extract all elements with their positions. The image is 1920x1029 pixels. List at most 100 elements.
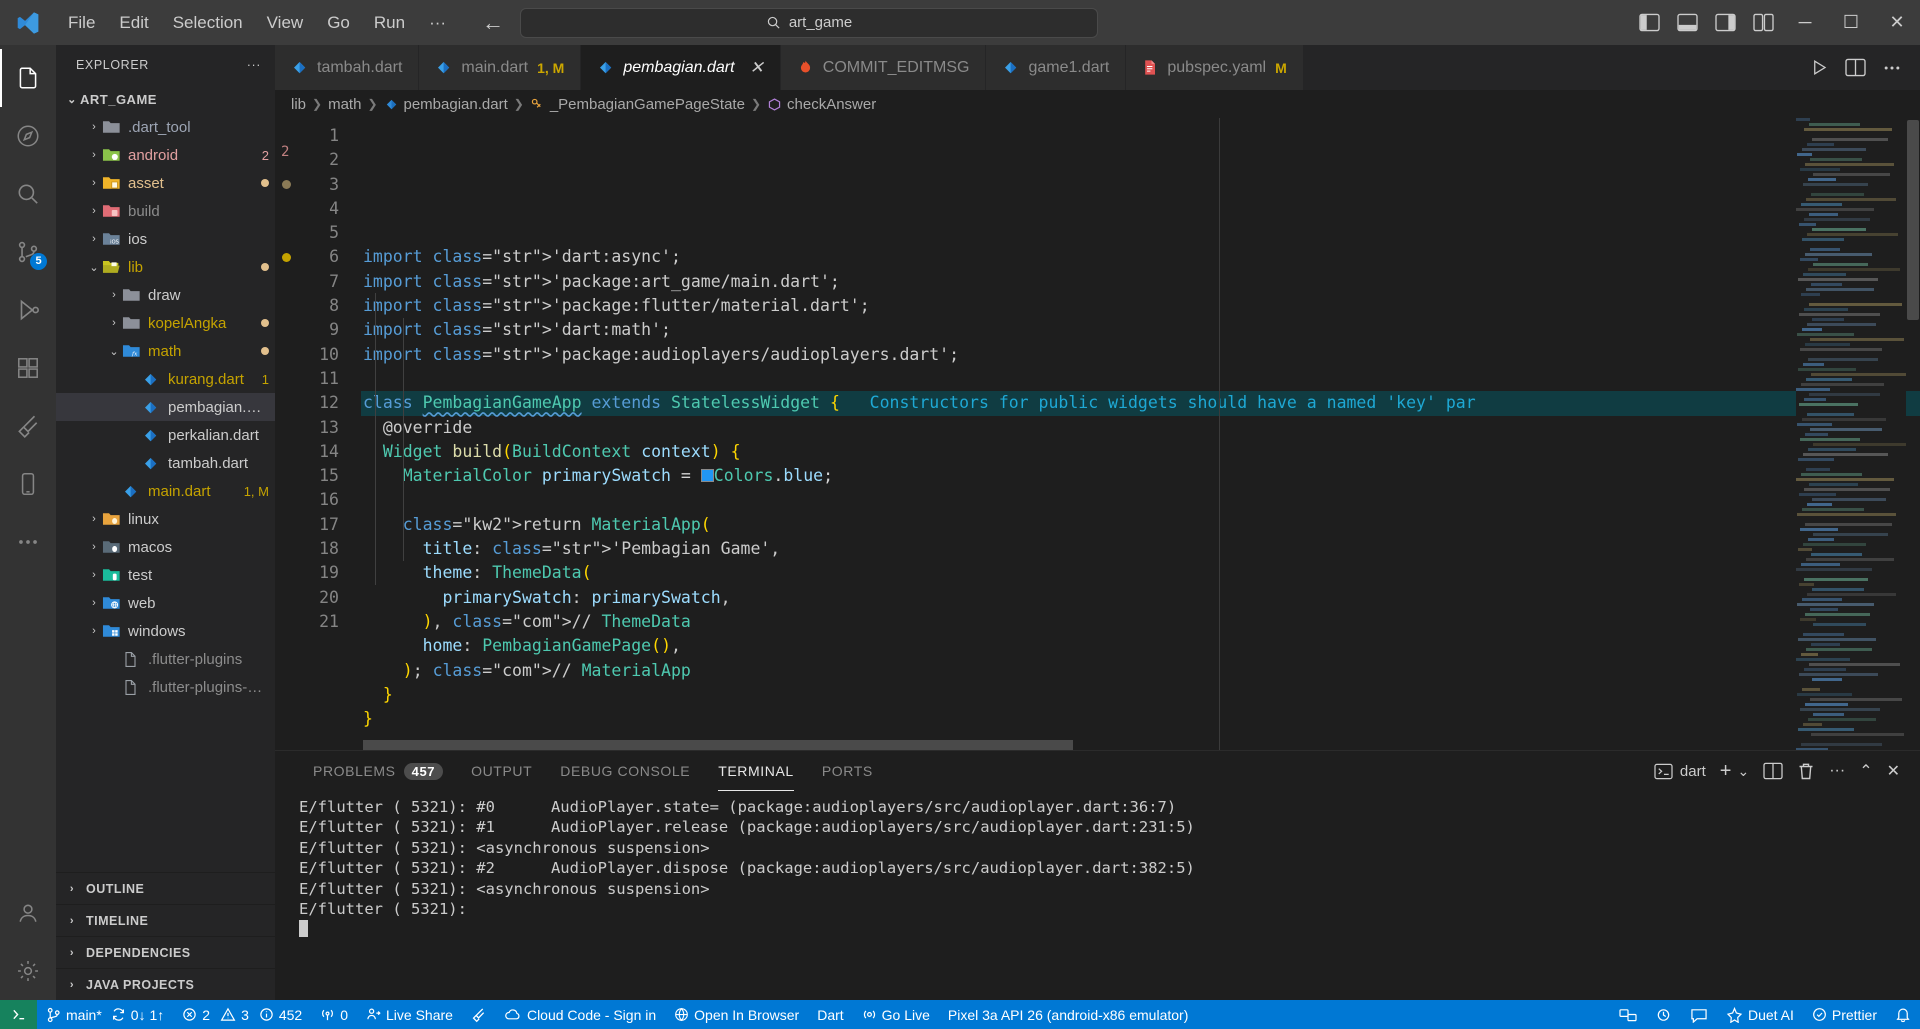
terminal-shell-selector[interactable]: dart [1654,763,1706,780]
breadcrumb-item-method[interactable]: checkAnswer [767,96,876,113]
tree-item--flutter-plugins-de-[interactable]: ›.flutter-plugins-de... [56,673,275,701]
menu-selection[interactable]: Selection [161,9,255,37]
layout-grid-icon[interactable] [1744,0,1782,45]
sidebar-section-java-projects[interactable]: › JAVA PROJECTS [56,968,275,1000]
split-terminal-icon[interactable] [1763,762,1783,780]
close-button[interactable]: ✕ [1874,0,1920,45]
new-terminal-button[interactable]: + [1720,760,1732,783]
editor-tab-main-dart[interactable]: main.dart 1, M [419,45,582,90]
tree-item-draw[interactable]: › draw [56,281,275,309]
tree-root-art-game[interactable]: ⌄ ART_GAME [56,85,275,113]
activity-manage-gear[interactable] [0,942,56,1000]
menu-more[interactable]: ··· [417,9,458,37]
sidebar-section-dependencies[interactable]: › DEPENDENCIES [56,936,275,968]
more-actions-icon[interactable] [1882,58,1902,78]
editor-vertical-scrollbar[interactable] [1906,118,1920,750]
tree-item-asset[interactable]: › asset [56,169,275,197]
menu-edit[interactable]: Edit [107,9,160,37]
split-editor-icon[interactable] [1845,58,1866,77]
status-feedback-icon[interactable] [1681,1000,1717,1029]
status-prettier[interactable]: Prettier [1803,1000,1886,1029]
tree-item--dart_tool[interactable]: › .dart_tool [56,113,275,141]
status-branch[interactable]: main* 0↓ 1↑ [37,1000,173,1029]
activity-flutter[interactable] [0,397,56,455]
code-content[interactable]: import class="str">'dart:async'; import c… [361,118,1920,750]
status-device[interactable]: Pixel 3a API 26 (android-x86 emulator) [939,1000,1197,1029]
panel-tab-debug-console[interactable]: DEBUG CONSOLE [546,751,704,791]
tree-item-windows[interactable]: › windows [56,617,275,645]
tree-item-perkalian-dart[interactable]: ›perkalian.dart [56,421,275,449]
status-open-in-browser[interactable]: Open In Browser [665,1000,808,1029]
panel-tab-problems[interactable]: PROBLEMS 457 [299,751,457,791]
menu-file[interactable]: File [56,9,107,37]
kill-terminal-icon[interactable] [1797,762,1815,781]
status-duet-ai[interactable]: Duet AI [1717,1000,1803,1029]
activity-explorer[interactable] [0,49,56,107]
status-go-live[interactable]: Go Live [853,1000,939,1029]
tree-item-pembagian-dart[interactable]: ›pembagian.dart [56,393,275,421]
activity-source-control[interactable]: 5 [0,223,56,281]
tree-item-tambah-dart[interactable]: ›tambah.dart [56,449,275,477]
terminal-output[interactable]: E/flutter ( 5321): #0 AudioPlayer.state=… [275,791,1920,1000]
panel-more-actions-icon[interactable]: ··· [1829,762,1845,780]
activity-compass[interactable] [0,107,56,165]
status-sync-icon[interactable] [1646,1000,1681,1029]
menu-go[interactable]: Go [315,9,362,37]
menu-view[interactable]: View [255,9,316,37]
editor-horizontal-scrollbar[interactable] [363,740,1792,750]
activity-search[interactable] [0,165,56,223]
tree-item-linux[interactable]: › linux [56,505,275,533]
maximize-panel-icon[interactable]: ⌃ [1859,761,1872,781]
sidebar-section-outline[interactable]: › OUTLINE [56,872,275,904]
minimize-button[interactable]: ─ [1782,0,1828,45]
tree-item-kopelangka[interactable]: › kopelAngka [56,309,275,337]
activity-accounts[interactable] [0,884,56,942]
status-flutter-icon[interactable] [462,1000,495,1029]
activity-run-debug[interactable] [0,281,56,339]
editor-tab-pubspec-yaml[interactable]: pubspec.yaml M [1126,45,1304,90]
editor-tab-tambah-dart[interactable]: tambah.dart [275,45,420,90]
editor-tab-commit_editmsg[interactable]: COMMIT_EDITMSG [780,45,987,90]
new-terminal-dropdown-icon[interactable]: ⌄ [1737,763,1749,780]
tree-item-build[interactable]: › build [56,197,275,225]
panel-tab-output[interactable]: OUTPUT [457,751,546,791]
tree-item-math[interactable]: ⌄ fx math [56,337,275,365]
status-remote-host[interactable] [0,1000,37,1029]
close-panel-icon[interactable]: ✕ [1887,761,1900,781]
back-arrow-icon[interactable]: ← [480,10,506,36]
panel-tab-terminal[interactable]: TERMINAL [704,751,808,791]
tree-item-main-dart[interactable]: ›main.dart1, M [56,477,275,505]
status-problems[interactable]: 2 3 452 [173,1000,311,1029]
status-cloud-code[interactable]: Cloud Code - Sign in [495,1000,665,1029]
breadcrumb-item-lib[interactable]: lib [291,96,306,113]
activity-extensions[interactable] [0,339,56,397]
status-dart[interactable]: Dart [808,1000,852,1029]
tree-item-web[interactable]: › web [56,589,275,617]
sidebar-section-timeline[interactable]: › TIMELINE [56,904,275,936]
run-icon[interactable] [1810,58,1829,77]
breadcrumb-item-class[interactable]: _PembagianGamePageState [530,96,745,113]
command-center[interactable]: art_game [520,7,1098,38]
tree-item--flutter-plugins[interactable]: ›.flutter-plugins [56,645,275,673]
sidebar-more-actions-icon[interactable]: ··· [247,58,261,72]
tree-item-macos[interactable]: › macos [56,533,275,561]
tree-item-kurang-dart[interactable]: ›kurang.dart1 [56,365,275,393]
activity-more-views[interactable] [0,513,56,571]
status-radio-tower[interactable]: 0 [311,1000,357,1029]
panel-right-icon[interactable] [1706,0,1744,45]
close-icon[interactable]: ✕ [750,58,764,78]
status-remote-indicator-icon[interactable] [1610,1000,1646,1029]
tree-item-lib[interactable]: ⌄ lib [56,253,275,281]
breadcrumb-item-math[interactable]: math [328,96,361,113]
tree-item-ios[interactable]: › iOS ios [56,225,275,253]
tree-item-android[interactable]: › android 2 [56,141,275,169]
editor-tab-game1-dart[interactable]: game1.dart [986,45,1127,90]
code-editor[interactable]: 2 1 2 3 4 5 6 7 8 9 10 11 12 13 14 15 16 17 18 19 20 21 impo… [275,118,1920,750]
status-bell-icon[interactable] [1886,1000,1920,1029]
panel-tab-ports[interactable]: PORTS [808,751,887,791]
breadcrumb-item-file[interactable]: pembagian.dart [384,96,508,113]
tree-item-test[interactable]: › test [56,561,275,589]
maximize-button[interactable]: ☐ [1828,0,1874,45]
menu-run[interactable]: Run [362,9,417,37]
panel-left-icon[interactable] [1630,0,1668,45]
